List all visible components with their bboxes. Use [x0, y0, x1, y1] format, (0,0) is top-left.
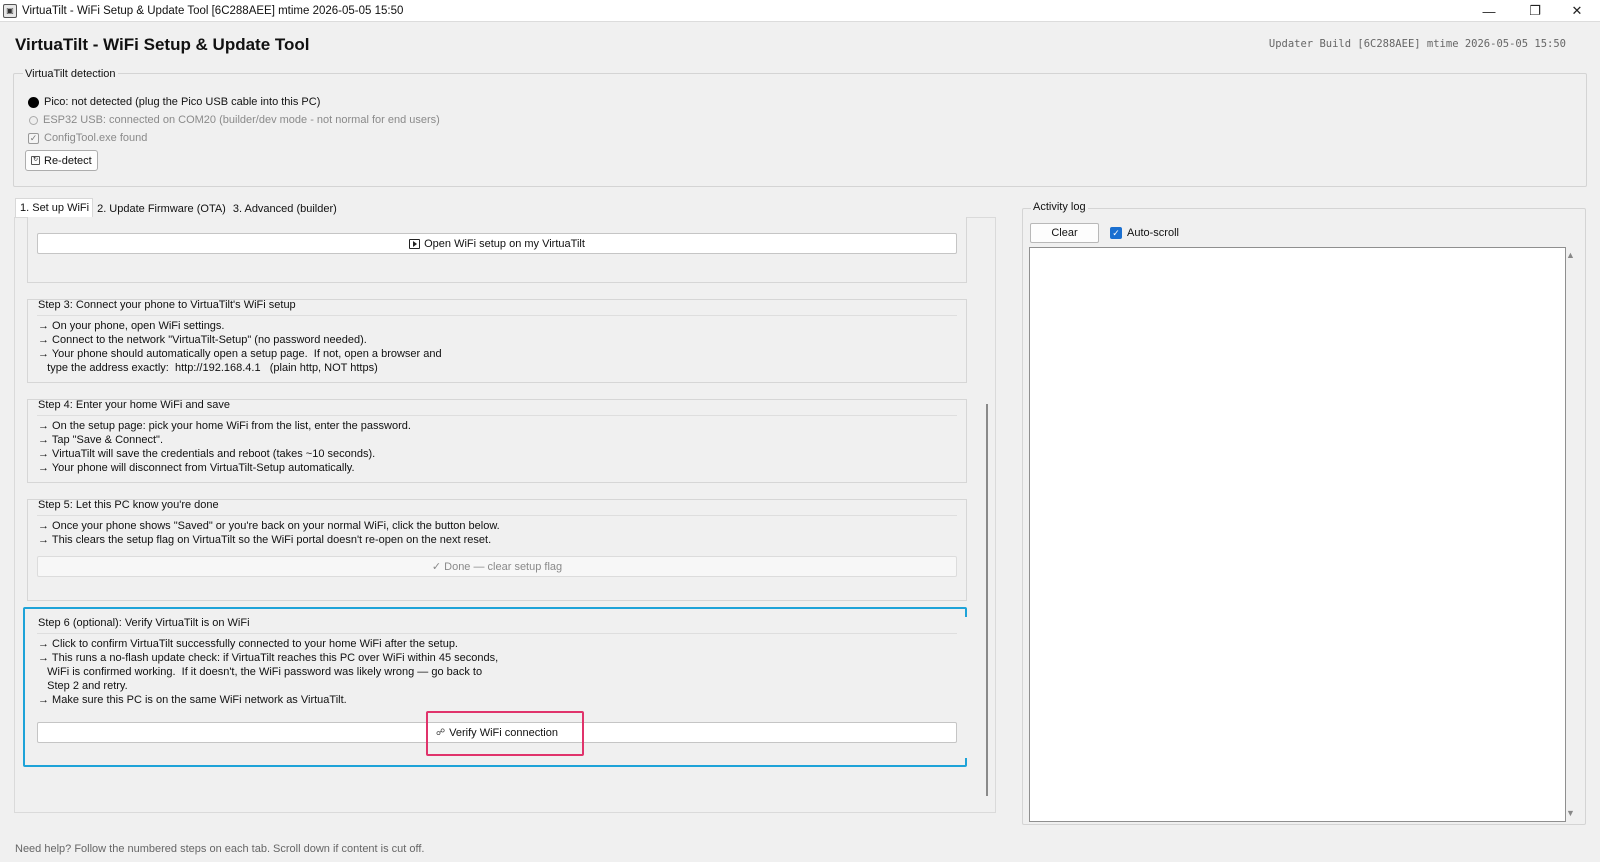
- tab-update-firmware[interactable]: 2. Update Firmware (OTA): [93, 200, 229, 218]
- step4-box: Step 4: Enter your home WiFi and save → …: [27, 399, 967, 483]
- window-titlebar: ▣ VirtuaTilt - WiFi Setup & Update Tool …: [0, 0, 1600, 22]
- window-title: VirtuaTilt - WiFi Setup & Update Tool [6…: [22, 4, 404, 17]
- configtool-status-text: ConfigTool.exe found: [44, 132, 148, 144]
- verify-button-highlight: [426, 711, 584, 756]
- page-title: VirtuaTilt - WiFi Setup & Update Tool: [15, 35, 310, 54]
- configtool-status-row: ✓ ConfigTool.exe found: [28, 132, 147, 144]
- step6-line: → This runs a no-flash update check: if …: [38, 652, 499, 664]
- step4-line: → On the setup page: pick your home WiFi…: [38, 420, 411, 432]
- step5-line: → Once your phone shows "Saved" or you'r…: [38, 520, 500, 532]
- tab-bar: 1. Set up WiFi 2. Update Firmware (OTA) …: [15, 198, 340, 218]
- step3-line: → Your phone should automatically open a…: [38, 348, 442, 360]
- clear-setup-flag-label: ✓ Done — clear setup flag: [431, 561, 563, 573]
- app-icon: ▣: [3, 3, 17, 18]
- esp32-status-text: ESP32 USB: connected on COM20 (builder/d…: [43, 114, 440, 126]
- step6-line: → Make sure this PC is on the same WiFi …: [38, 694, 347, 706]
- step3-title: Step 3: Connect your phone to VirtuaTilt…: [38, 299, 296, 311]
- esp32-status-indicator: [29, 115, 38, 125]
- pico-status-row: Pico: not detected (plug the Pico USB ca…: [28, 96, 320, 108]
- panel-scrollbar[interactable]: [986, 404, 988, 796]
- minimize-button[interactable]: —: [1466, 0, 1512, 22]
- step3-line: → On your phone, open WiFi settings.: [38, 320, 225, 332]
- refresh-icon: ↻: [31, 156, 40, 165]
- build-info: Updater Build [6C288AEE] mtime 2026-05-0…: [1268, 38, 1566, 50]
- configtool-checkbox: ✓: [28, 132, 39, 144]
- play-icon: [409, 238, 421, 249]
- log-scroll-down-icon[interactable]: ▼: [1566, 808, 1575, 818]
- redetect-button[interactable]: ↻ Re-detect: [25, 150, 98, 171]
- step3-line: type the address exactly: http://192.168…: [38, 362, 378, 374]
- step4-line: → Tap "Save & Connect".: [38, 434, 164, 446]
- tab-setup-wifi[interactable]: 1. Set up WiFi: [15, 198, 94, 218]
- step3-line: → Connect to the network "VirtuaTilt-Set…: [38, 334, 367, 346]
- autoscroll-toggle[interactable]: ✓ Auto-scroll: [1110, 227, 1179, 239]
- pico-status-text: Pico: not detected (plug the Pico USB ca…: [44, 96, 321, 108]
- step4-title: Step 4: Enter your home WiFi and save: [38, 399, 230, 411]
- activity-log-text[interactable]: [1029, 247, 1566, 822]
- redetect-label: Re-detect: [44, 154, 92, 167]
- clear-setup-flag-button[interactable]: ✓ Done — clear setup flag: [37, 556, 957, 577]
- autoscroll-label: Auto-scroll: [1127, 227, 1179, 239]
- step6-line: → Click to confirm VirtuaTilt successful…: [38, 638, 458, 650]
- step6-line: Step 2 and retry.: [38, 680, 128, 692]
- step4-line: → Your phone will disconnect from Virtua…: [38, 462, 355, 474]
- activity-log-legend: Activity log: [1031, 201, 1088, 213]
- step3-box: Step 3: Connect your phone to VirtuaTilt…: [27, 299, 967, 383]
- step5-line: → This clears the setup flag on VirtuaTi…: [38, 534, 492, 546]
- pico-status-indicator: [28, 96, 39, 108]
- tab-advanced[interactable]: 3. Advanced (builder): [229, 200, 340, 218]
- esp32-status-row: ESP32 USB: connected on COM20 (builder/d…: [28, 114, 440, 126]
- step6-title: Step 6 (optional): Verify VirtuaTilt is …: [38, 617, 250, 629]
- close-button[interactable]: ✕: [1554, 0, 1600, 22]
- autoscroll-checkbox[interactable]: ✓: [1110, 227, 1122, 239]
- step4-line: → VirtuaTilt will save the credentials a…: [38, 448, 376, 460]
- clear-log-button[interactable]: Clear: [1030, 223, 1099, 243]
- step5-box: Step 5: Let this PC know you're done → O…: [27, 499, 967, 601]
- detection-group: [13, 73, 1587, 187]
- open-wifi-setup-button[interactable]: Open WiFi setup on my VirtuaTilt: [37, 233, 957, 254]
- open-wifi-setup-label: Open WiFi setup on my VirtuaTilt: [424, 237, 585, 250]
- footer-hint: Need help? Follow the numbered steps on …: [15, 843, 425, 855]
- detection-legend: VirtuaTilt detection: [23, 68, 118, 80]
- step5-title: Step 5: Let this PC know you're done: [38, 499, 219, 511]
- step6-line: WiFi is confirmed working. If it doesn't…: [38, 666, 483, 678]
- log-scroll-up-icon[interactable]: ▲: [1566, 250, 1575, 260]
- maximize-button[interactable]: ❐: [1512, 0, 1558, 22]
- panel-bottom-border: [14, 812, 996, 813]
